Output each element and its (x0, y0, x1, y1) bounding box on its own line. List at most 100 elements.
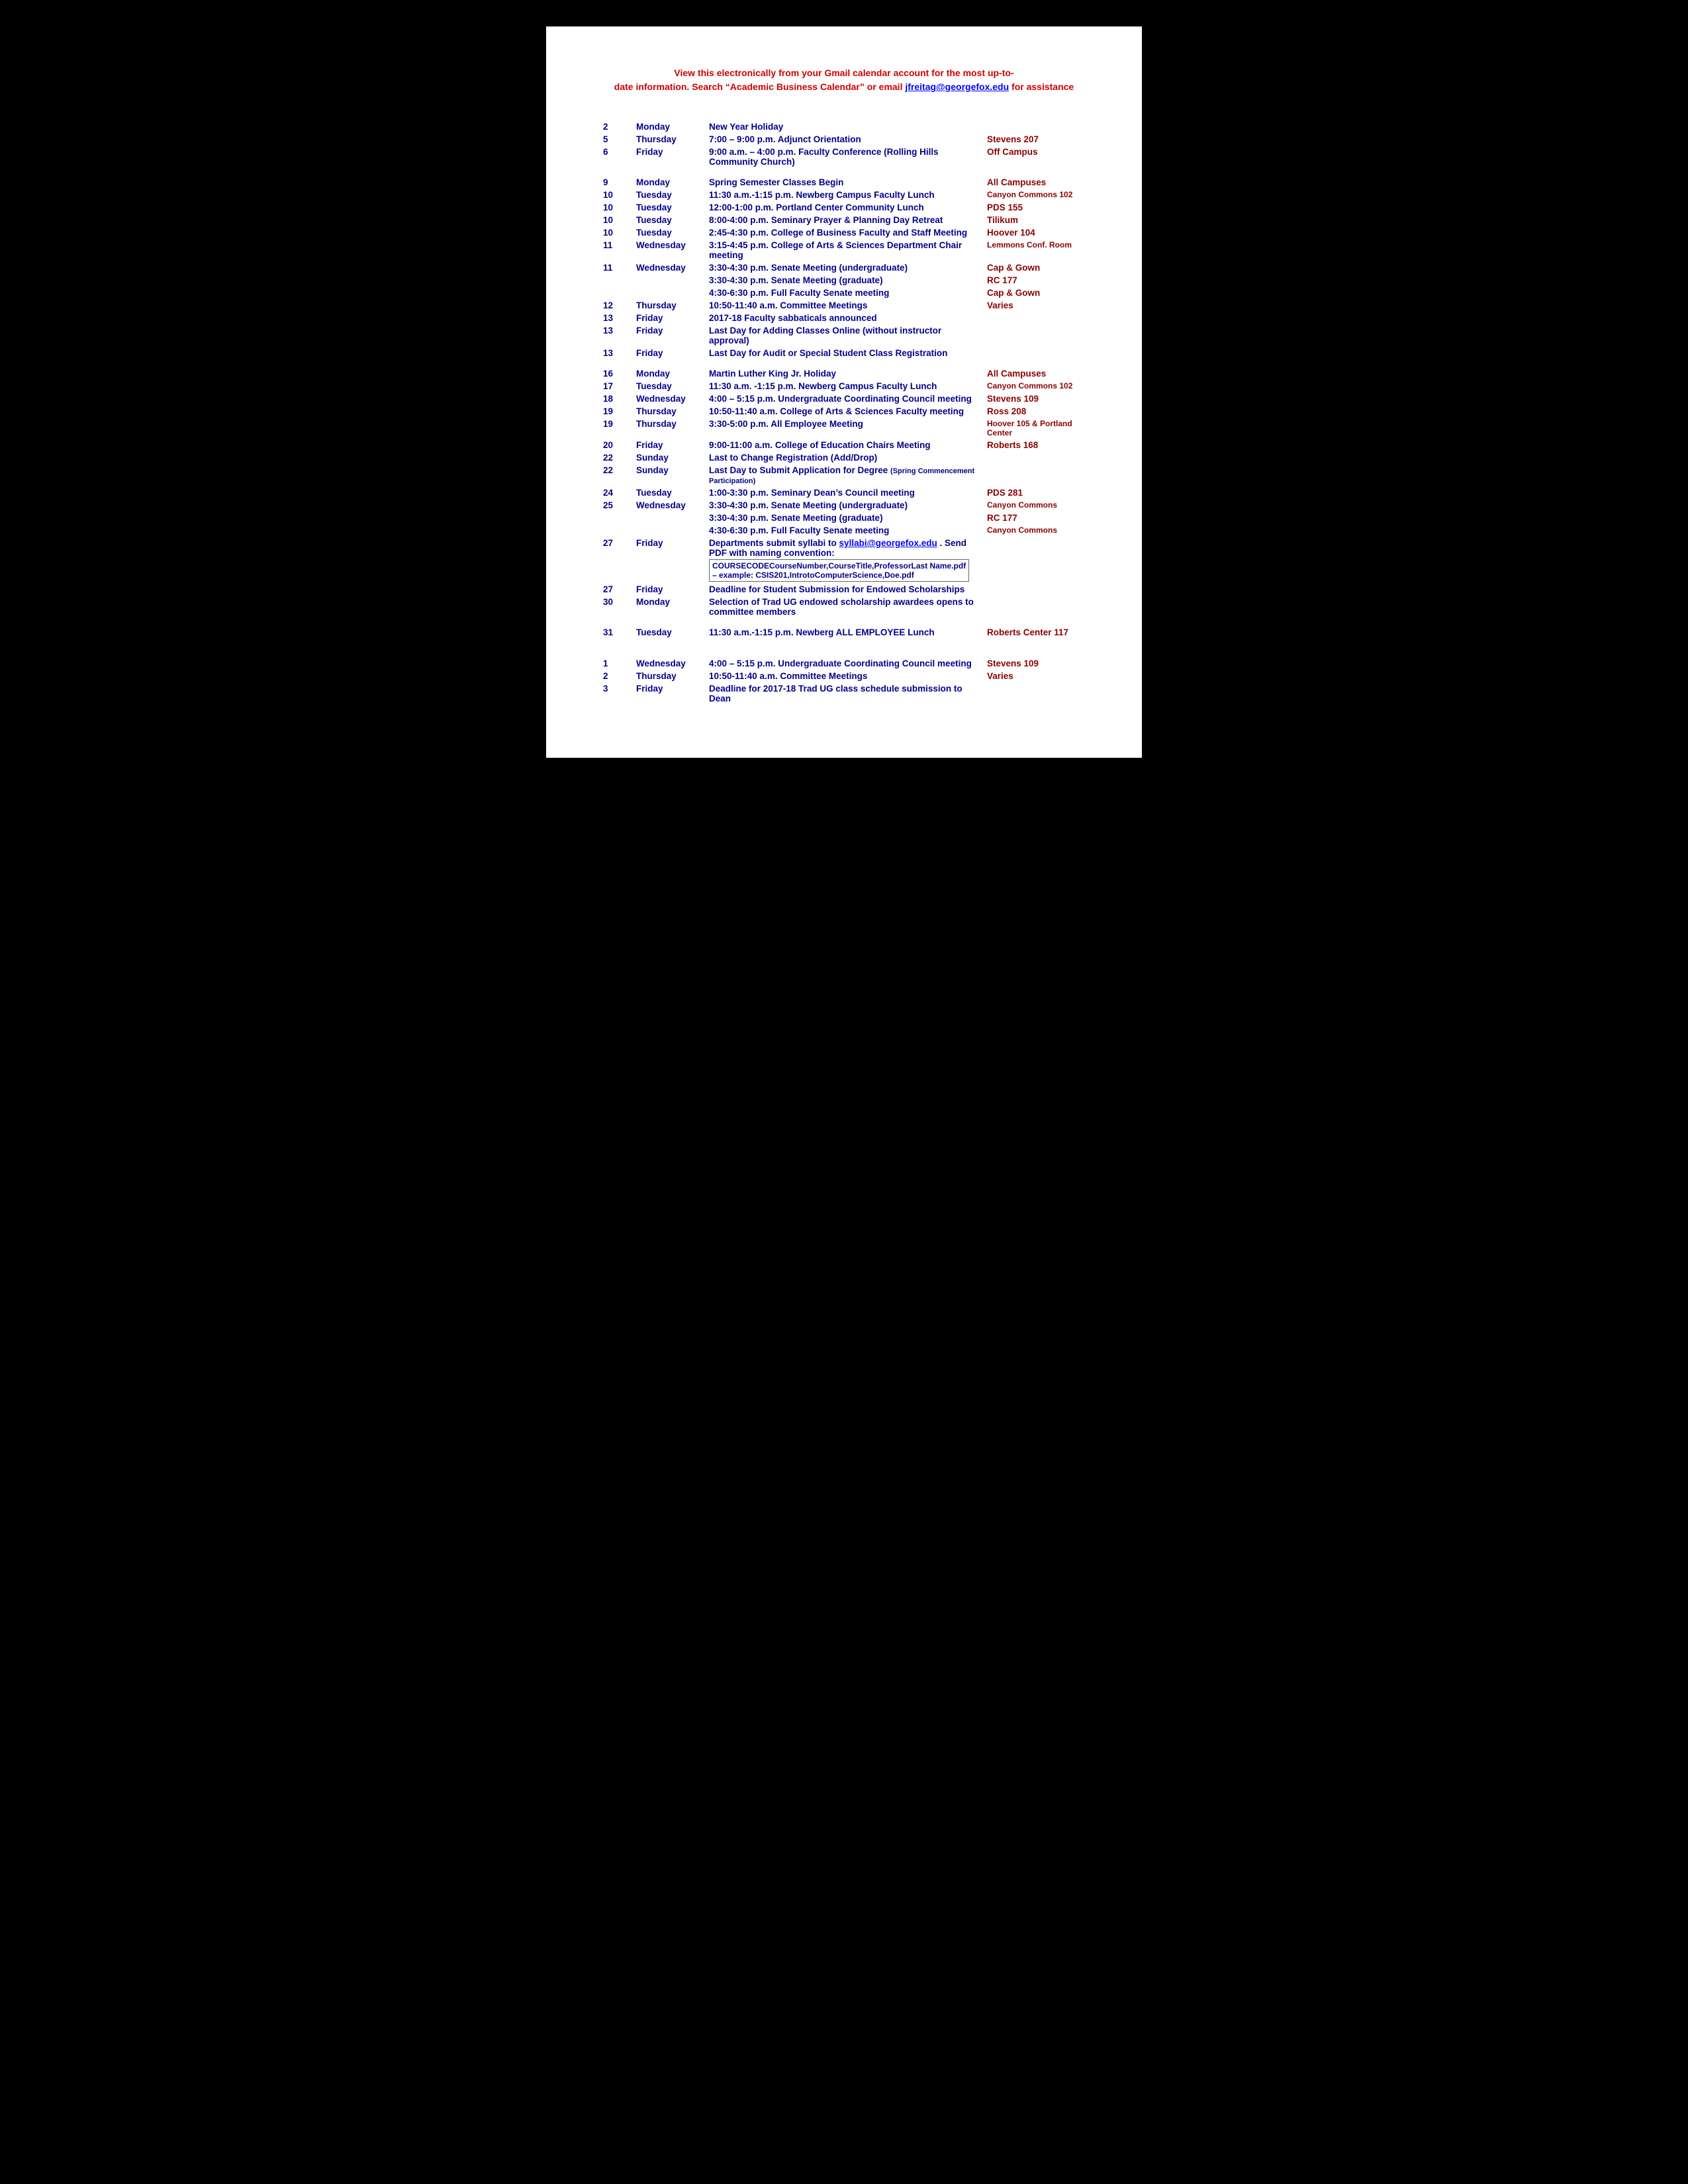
day-number: 10 (599, 189, 632, 201)
event-location: Stevens 109 (983, 392, 1089, 405)
event-location: Cap & Gown (983, 261, 1089, 274)
event-location: Tilikum (983, 214, 1089, 226)
weekday-label: Thursday (632, 299, 705, 312)
event-description: 3:30-5:00 p.m. All Employee Meeting (705, 418, 983, 439)
event-description: Selection of Trad UG endowed scholarship… (705, 596, 983, 618)
weekday-label: Wednesday (632, 261, 705, 274)
event-location: Roberts 168 (983, 439, 1089, 451)
day-number: 13 (599, 312, 632, 324)
weekday-label: Friday (632, 347, 705, 359)
event-description: 10:50-11:40 a.m. Committee Meetings (705, 670, 983, 682)
weekday-label: Tuesday (632, 486, 705, 499)
event-description: 10:50-11:40 a.m. College of Arts & Scien… (705, 405, 983, 418)
event-location: Canyon Commons 102 (983, 189, 1089, 201)
day-number: 12 (599, 299, 632, 312)
day-number: 2 (599, 670, 632, 682)
day-number: 27 (599, 537, 632, 583)
day-number: 6 (599, 146, 632, 168)
event-location: Hoover 105 & Portland Center (983, 418, 1089, 439)
event-description: 3:30-4:30 p.m. Senate Meeting (graduate) (705, 512, 983, 524)
event-description: Last Day for Adding Classes Online (with… (705, 324, 983, 347)
event-location: Varies (983, 299, 1089, 312)
weekday-label: Thursday (632, 418, 705, 439)
event-location (983, 312, 1089, 324)
event-location: Canyon Commons (983, 524, 1089, 537)
event-description: Martin Luther King Jr. Holiday (705, 359, 983, 380)
event-description: 10:50-11:40 a.m. Committee Meetings (705, 299, 983, 312)
event-description: 3:30-4:30 p.m. Senate Meeting (undergrad… (705, 499, 983, 512)
weekday-label: Friday (632, 146, 705, 168)
event-description: 1:00-3:30 p.m. Seminary Dean’s Council m… (705, 486, 983, 499)
event-location (983, 464, 1089, 486)
event-description: Spring Semester Classes Begin (705, 168, 983, 189)
event-location (983, 451, 1089, 464)
day-number: 16 (599, 359, 632, 380)
event-location: Varies (983, 670, 1089, 682)
event-description: 4:00 – 5:15 p.m. Undergraduate Coordinat… (705, 639, 983, 670)
event-description: 4:30-6:30 p.m. Full Faculty Senate meeti… (705, 287, 983, 299)
weekday-label: Friday (632, 537, 705, 583)
day-number: 10 (599, 214, 632, 226)
weekday-label: Tuesday (632, 201, 705, 214)
day-number: 2 (599, 120, 632, 133)
page: View this electronically from your Gmail… (546, 26, 1142, 758)
event-description: 3:30-4:30 p.m. Senate Meeting (undergrad… (705, 261, 983, 274)
calendar-table: 2MondayNew Year Holiday5Thursday7:00 – 9… (599, 120, 1089, 705)
syllabi-email-link[interactable]: syllabi@georgefox.edu (839, 538, 937, 548)
day-number: 30 (599, 596, 632, 618)
weekday-label: Tuesday (632, 618, 705, 639)
event-location: Canyon Commons 102 (983, 380, 1089, 392)
email-link[interactable]: jfreitag@georgefox.edu (905, 81, 1009, 92)
event-location: All Campuses (983, 359, 1089, 380)
event-description: Last to Change Registration (Add/Drop) (705, 451, 983, 464)
day-number: 22 (599, 451, 632, 464)
weekday-label: Sunday (632, 464, 705, 486)
weekday-label: Monday (632, 596, 705, 618)
weekday-label: Friday (632, 682, 705, 705)
event-description: Last Day to Submit Application for Degre… (705, 464, 983, 486)
event-description: 9:00-11:00 a.m. College of Education Cha… (705, 439, 983, 451)
day-number: 11 (599, 261, 632, 274)
header-text: View this electronically from your Gmail… (599, 66, 1089, 94)
weekday-label: Wednesday (632, 392, 705, 405)
event-description: 3:15-4:45 p.m. College of Arts & Science… (705, 239, 983, 261)
event-description: Last Day for Audit or Special Student Cl… (705, 347, 983, 359)
event-location: Ross 208 (983, 405, 1089, 418)
weekday-label: Tuesday (632, 226, 705, 239)
event-location: Lemmons Conf. Room (983, 239, 1089, 261)
weekday-label: Thursday (632, 133, 705, 146)
day-number: 25 (599, 499, 632, 512)
weekday-label: Tuesday (632, 189, 705, 201)
event-location: RC 177 (983, 512, 1089, 524)
event-location (983, 596, 1089, 618)
event-location: Hoover 104 (983, 226, 1089, 239)
event-description: 12:00-1:00 p.m. Portland Center Communit… (705, 201, 983, 214)
event-location: Canyon Commons (983, 499, 1089, 512)
weekday-label: Sunday (632, 451, 705, 464)
event-description: 8:00-4:00 p.m. Seminary Prayer & Plannin… (705, 214, 983, 226)
event-description: Deadline for Student Submission for Endo… (705, 583, 983, 596)
day-number: 10 (599, 201, 632, 214)
event-location (983, 583, 1089, 596)
event-description: 11:30 a.m.-1:15 p.m. Newberg ALL EMPLOYE… (705, 618, 983, 639)
weekday-label: Monday (632, 120, 705, 133)
day-number: 31 (599, 618, 632, 639)
day-number: 5 (599, 133, 632, 146)
weekday-label: Thursday (632, 405, 705, 418)
weekday-label: Monday (632, 359, 705, 380)
event-location (983, 682, 1089, 705)
event-location: Roberts Center 117 (983, 618, 1089, 639)
weekday-label: Wednesday (632, 239, 705, 261)
day-number: 9 (599, 168, 632, 189)
weekday-label: Monday (632, 168, 705, 189)
day-number: 13 (599, 347, 632, 359)
day-number: 19 (599, 405, 632, 418)
weekday-label: Friday (632, 324, 705, 347)
weekday-label: Tuesday (632, 380, 705, 392)
event-description: Departments submit syllabi to syllabi@ge… (705, 537, 983, 583)
event-location (983, 324, 1089, 347)
event-description: 4:30-6:30 p.m. Full Faculty Senate meeti… (705, 524, 983, 537)
event-location (983, 120, 1089, 133)
day-number: 20 (599, 439, 632, 451)
event-description: 3:30-4:30 p.m. Senate Meeting (graduate) (705, 274, 983, 287)
